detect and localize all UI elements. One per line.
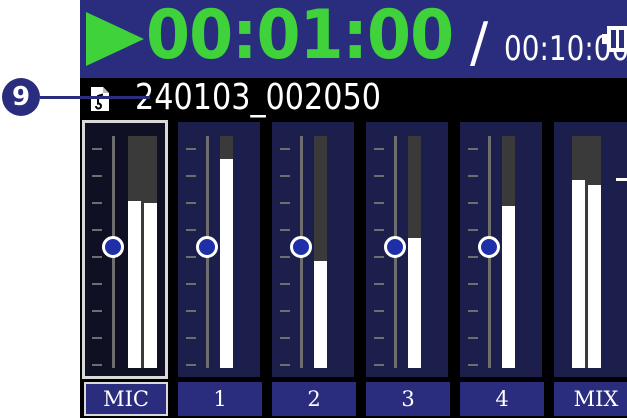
scale-tick — [186, 310, 196, 312]
scale-tick — [186, 283, 196, 285]
level-meter-fill — [144, 203, 157, 368]
level-meter-fill — [314, 261, 327, 368]
elapsed-time: 00:01:00 — [146, 0, 454, 75]
level-meter-fill — [588, 184, 601, 368]
scale-tick — [374, 175, 384, 177]
scale-tick — [280, 310, 290, 312]
file-name: 240103_002050 — [135, 77, 382, 118]
scale-tick — [280, 202, 290, 204]
transport-bar: 00:01:00 / 00:10:00 — [80, 0, 627, 78]
channel-label[interactable]: 4 — [460, 382, 544, 416]
level-meter-fill — [502, 205, 515, 368]
level-meter — [144, 136, 157, 368]
audio-file-icon — [91, 87, 109, 111]
scale-tick — [280, 148, 290, 150]
scale-tick — [186, 364, 196, 366]
file-name-bar: 240103_002050 — [80, 78, 627, 118]
channel-label[interactable]: MIX — [554, 382, 627, 416]
level-meter — [220, 136, 233, 368]
scale-tick — [280, 283, 290, 285]
scale-tick — [92, 283, 102, 285]
scale-tick — [92, 175, 102, 177]
scale-tick — [186, 202, 196, 204]
scale-tick — [374, 337, 384, 339]
callout-number-badge: 9 — [2, 78, 40, 116]
scale-tick — [374, 283, 384, 285]
scale-tick — [92, 364, 102, 366]
scale-tick — [92, 229, 102, 231]
level-meter-fill — [408, 238, 421, 368]
play-icon — [86, 12, 144, 66]
channel-mic[interactable]: MIC — [80, 118, 172, 418]
level-meter — [128, 136, 141, 368]
level-meter — [572, 136, 585, 368]
callout-line — [40, 96, 150, 99]
scale-tick — [374, 202, 384, 204]
level-meter-fill — [220, 159, 233, 368]
scale-tick — [186, 148, 196, 150]
scale-tick — [92, 310, 102, 312]
scale-tick — [468, 283, 478, 285]
level-meter-fill — [572, 180, 585, 368]
scale-tick — [186, 175, 196, 177]
scale-tick — [374, 256, 384, 258]
level-meter — [588, 136, 601, 368]
scale-tick — [468, 310, 478, 312]
scale-tick — [468, 148, 478, 150]
scale-tick — [280, 229, 290, 231]
zero-db-mark — [616, 178, 627, 181]
channel-mix[interactable]: MIX — [550, 118, 627, 418]
level-meter — [408, 136, 421, 368]
scale-tick — [280, 175, 290, 177]
scale-tick — [92, 337, 102, 339]
scale-tick — [92, 256, 102, 258]
scale-tick — [374, 229, 384, 231]
scale-tick — [374, 310, 384, 312]
scale-tick — [186, 256, 196, 258]
scale-tick — [280, 364, 290, 366]
scale-tick — [468, 229, 478, 231]
scale-tick — [468, 202, 478, 204]
scale-tick — [186, 337, 196, 339]
channel-2[interactable]: 2 — [268, 118, 360, 418]
scale-tick — [280, 256, 290, 258]
scale-tick — [468, 256, 478, 258]
scale-tick — [468, 175, 478, 177]
channel-label[interactable]: 2 — [272, 382, 356, 416]
scale-tick — [92, 202, 102, 204]
level-meter-fill — [128, 200, 141, 368]
channel-4[interactable]: 4 — [456, 118, 548, 418]
channel-label[interactable]: 1 — [178, 382, 262, 416]
time-separator: / — [470, 11, 489, 74]
channel-3[interactable]: 3 — [362, 118, 454, 418]
channel-1[interactable]: 1 — [174, 118, 266, 418]
scale-tick — [374, 148, 384, 150]
channel-label[interactable]: 3 — [366, 382, 450, 416]
scale-tick — [468, 364, 478, 366]
mixer-panel: MIC 1 2 3 4 MIX — [80, 118, 627, 418]
scale-tick — [280, 337, 290, 339]
channel-label[interactable]: MIC — [84, 382, 168, 416]
scale-tick — [468, 337, 478, 339]
scale-tick — [374, 364, 384, 366]
level-meter — [502, 136, 515, 368]
scale-tick — [186, 229, 196, 231]
scale-tick — [92, 148, 102, 150]
level-meter — [314, 136, 327, 368]
battery-icon — [602, 26, 627, 52]
